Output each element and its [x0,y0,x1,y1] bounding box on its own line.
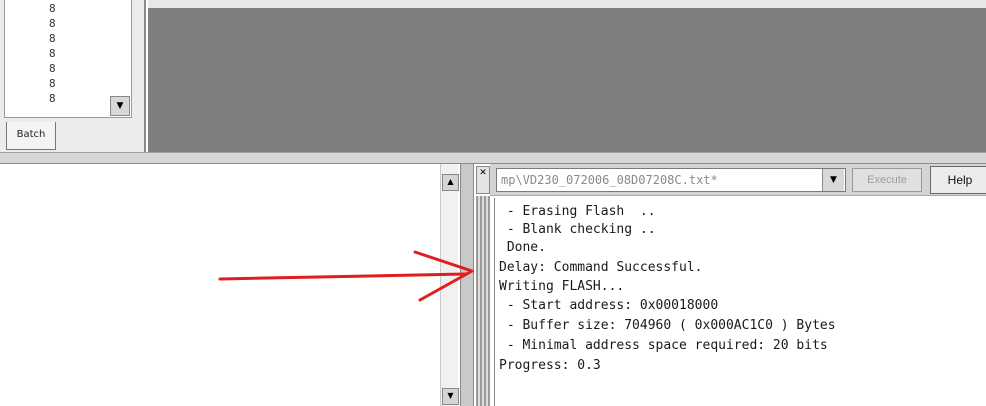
list-item[interactable]: 8 [49,17,69,31]
console-line: - Minimal address space required: 20 bit… [499,338,828,353]
script-list-panel: 8 8 8 8 8 8 8 ▼ Batch [0,0,146,156]
list-scroll-down-button[interactable]: ▼ [110,96,130,116]
console-line: - Start address: 0x00018000 [499,298,719,313]
close-pane-button[interactable]: ✕ [476,166,490,194]
close-icon: ✕ [479,168,487,178]
tab-batch[interactable]: Batch [6,122,56,150]
workspace-top-strip [148,0,986,8]
red-arrow-icon [218,250,474,302]
scroll-down-button[interactable]: ▼ [442,388,459,405]
list-item[interactable]: 8 [49,62,69,76]
console-line: - Erasing Flash .. [499,204,656,219]
list-item[interactable]: 8 [49,2,69,16]
script-path-combobox[interactable]: mp\VD230_072006_08D07208C.txt* [496,168,846,192]
list-item[interactable]: 8 [49,77,69,91]
console-line: - Blank checking .. [499,222,656,237]
console-line: Writing FLASH... [499,279,625,294]
scroll-up-button[interactable]: ▲ [442,174,459,191]
mdi-workspace [148,8,986,152]
horizontal-splitter[interactable] [0,152,986,164]
console-line: Progress: 0.3 [499,358,601,373]
chevron-down-icon[interactable]: ▼ [822,169,844,191]
list-item[interactable]: 8 [49,32,69,46]
console-line: Delay: Command Successful. [499,260,703,275]
console-output[interactable]: - Erasing Flash .. - Blank checking .. D… [494,198,986,406]
execute-button[interactable]: Execute [852,168,922,192]
list-item[interactable]: 8 [49,47,69,61]
help-button[interactable]: Help [930,166,986,194]
console-line: Done. [499,240,546,255]
list-item[interactable]: 8 [49,92,69,102]
console-line: - Buffer size: 704960 ( 0x000AC1C0 ) Byt… [499,318,836,333]
